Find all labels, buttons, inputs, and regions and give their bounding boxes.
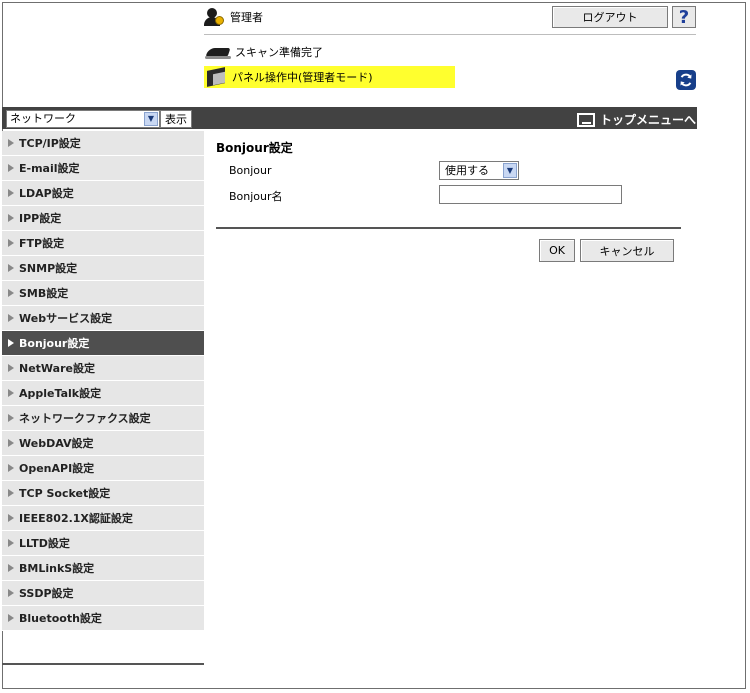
arrow-right-icon <box>8 564 14 572</box>
sidebar-item-bmlinks[interactable]: BMLinkS設定 <box>2 556 204 581</box>
arrow-right-icon <box>8 164 14 172</box>
menu-icon <box>577 112 595 127</box>
sidebar-item-netware[interactable]: NetWare設定 <box>2 356 204 381</box>
chevron-down-icon[interactable]: ▼ <box>503 163 517 178</box>
bonjour-label: Bonjour <box>229 164 272 177</box>
sidebar-item-label: SNMP設定 <box>19 262 78 275</box>
chevron-down-icon[interactable]: ▼ <box>144 112 158 126</box>
sidebar-item-label: ネットワークファクス設定 <box>19 412 151 425</box>
sidebar-item-webdav[interactable]: WebDAV設定 <box>2 431 204 456</box>
sidebar-item-ldap[interactable]: LDAP設定 <box>2 181 204 206</box>
sidebar-item-email[interactable]: E-mail設定 <box>2 156 204 181</box>
arrow-right-icon <box>8 489 14 497</box>
sidebar-item-label: FTP設定 <box>19 237 65 250</box>
arrow-right-icon <box>8 614 14 622</box>
scanner-icon <box>205 45 231 59</box>
sidebar-item-label: WebDAV設定 <box>19 437 94 450</box>
sidebar-item-label: TCP Socket設定 <box>19 487 111 500</box>
panel-status: パネル操作中(管理者モード) <box>204 66 455 88</box>
sidebar-item-label: NetWare設定 <box>19 362 95 375</box>
arrow-right-icon <box>8 314 14 322</box>
control-panel-icon <box>205 67 229 87</box>
refresh-icon[interactable] <box>676 70 696 90</box>
sidebar-item-label: AppleTalk設定 <box>19 387 102 400</box>
sidebar-item-web-services[interactable]: Webサービス設定 <box>2 306 204 331</box>
sidebar-item-label: Bluetooth設定 <box>19 612 102 625</box>
scan-status: スキャン準備完了 <box>205 44 323 60</box>
content-divider <box>216 227 681 229</box>
bonjour-name-input[interactable] <box>439 185 622 204</box>
arrow-right-icon <box>8 589 14 597</box>
sidebar-item-smb[interactable]: SMB設定 <box>2 281 204 306</box>
category-select-value: ネットワーク <box>10 112 76 125</box>
arrow-right-icon <box>8 139 14 147</box>
sidebar-item-label: IEEE802.1X認証設定 <box>19 512 133 525</box>
arrow-right-icon <box>8 439 14 447</box>
sidebar-item-bluetooth[interactable]: Bluetooth設定 <box>2 606 204 631</box>
header-divider <box>204 34 696 35</box>
bonjour-enable-value: 使用する <box>445 164 489 177</box>
sidebar-item-lltd[interactable]: LLTD設定 <box>2 531 204 556</box>
sidebar-item-label: OpenAPI設定 <box>19 462 95 475</box>
admin-user-icon <box>204 8 224 26</box>
sidebar-item-appletalk[interactable]: AppleTalk設定 <box>2 381 204 406</box>
arrow-right-icon <box>8 239 14 247</box>
arrow-right-icon <box>8 414 14 422</box>
user-label: 管理者 <box>230 11 263 24</box>
sidebar-item-label: BMLinkS設定 <box>19 562 95 575</box>
sidebar-item-label: LLTD設定 <box>19 537 70 550</box>
sidebar-item-label: Webサービス設定 <box>19 312 113 325</box>
sidebar-item-label: SMB設定 <box>19 287 69 300</box>
user-indicator: 管理者 <box>204 8 263 26</box>
arrow-right-icon <box>8 464 14 472</box>
arrow-right-icon <box>8 214 14 222</box>
arrow-right-icon <box>8 264 14 272</box>
arrow-right-icon <box>8 289 14 297</box>
sidebar-item-ieee8021x[interactable]: IEEE802.1X認証設定 <box>2 506 204 531</box>
sidebar-item-label: TCP/IP設定 <box>19 137 81 150</box>
sidebar-item-label: LDAP設定 <box>19 187 74 200</box>
ok-button[interactable]: OK <box>539 239 575 262</box>
help-icon[interactable]: ? <box>672 6 696 28</box>
arrow-right-icon <box>8 339 14 347</box>
panel-status-text: パネル操作中(管理者モード) <box>232 71 373 84</box>
top-menu-label: トップメニューへ <box>600 113 697 127</box>
sidebar-divider <box>2 663 204 665</box>
arrow-right-icon <box>8 364 14 372</box>
sidebar-item-label: E-mail設定 <box>19 162 80 175</box>
bonjour-name-label: Bonjour名 <box>229 190 283 203</box>
sidebar-item-openapi[interactable]: OpenAPI設定 <box>2 456 204 481</box>
display-button[interactable]: 表示 <box>160 110 192 128</box>
sidebar-item-label: Bonjour設定 <box>19 337 90 350</box>
sidebar: TCP/IP設定 E-mail設定 LDAP設定 IPP設定 FTP設定 SNM… <box>2 131 204 631</box>
sidebar-item-ipp[interactable]: IPP設定 <box>2 206 204 231</box>
arrow-right-icon <box>8 189 14 197</box>
arrow-right-icon <box>8 514 14 522</box>
sidebar-item-bonjour[interactable]: Bonjour設定 <box>2 331 204 356</box>
sidebar-item-label: IPP設定 <box>19 212 62 225</box>
arrow-right-icon <box>8 389 14 397</box>
sidebar-item-snmp[interactable]: SNMP設定 <box>2 256 204 281</box>
sidebar-item-tcp-socket[interactable]: TCP Socket設定 <box>2 481 204 506</box>
logout-button[interactable]: ログアウト <box>552 6 668 28</box>
sidebar-item-label: SSDP設定 <box>19 587 74 600</box>
category-select[interactable]: ネットワーク ▼ <box>6 110 160 128</box>
arrow-right-icon <box>8 539 14 547</box>
scan-status-text: スキャン準備完了 <box>235 46 323 59</box>
sidebar-item-network-fax[interactable]: ネットワークファクス設定 <box>2 406 204 431</box>
sidebar-item-ssdp[interactable]: SSDP設定 <box>2 581 204 606</box>
main-content: Bonjour設定 <box>216 139 293 156</box>
top-menu-link[interactable]: トップメニューへ <box>577 111 696 128</box>
page-title: Bonjour設定 <box>216 141 293 155</box>
cancel-button[interactable]: キャンセル <box>580 239 674 262</box>
bonjour-enable-select[interactable]: 使用する ▼ <box>439 161 519 180</box>
sidebar-item-tcpip[interactable]: TCP/IP設定 <box>2 131 204 156</box>
sidebar-item-ftp[interactable]: FTP設定 <box>2 231 204 256</box>
